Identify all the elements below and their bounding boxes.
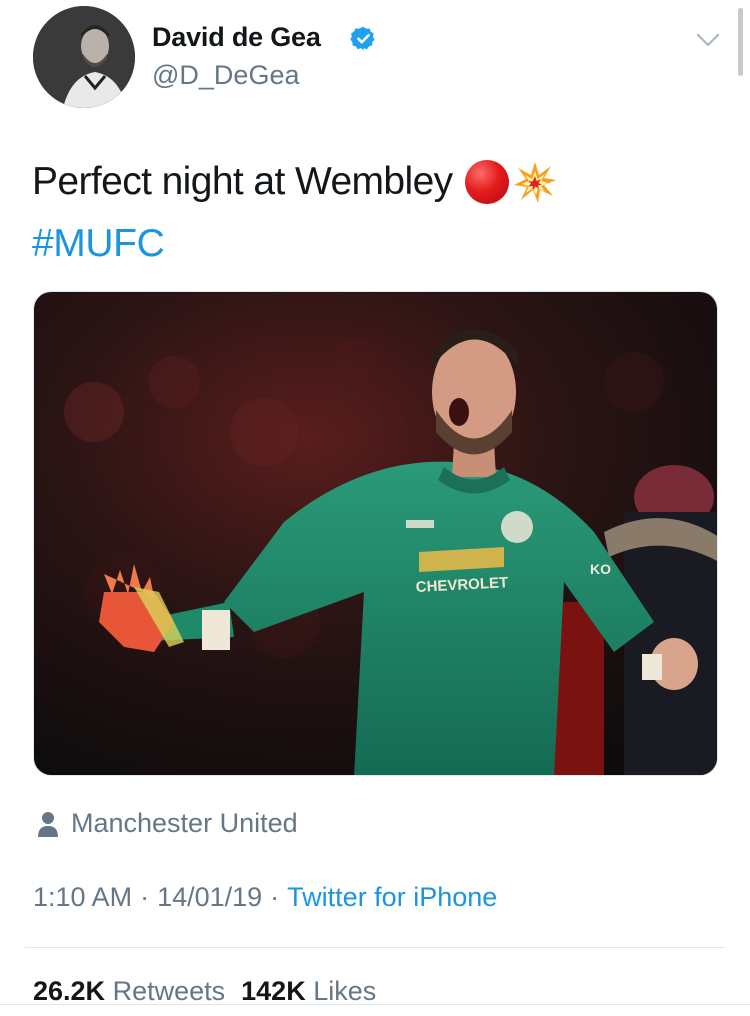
sleeve-text: KO: [590, 561, 611, 577]
tweet-text: Perfect night at Wembley: [32, 160, 557, 204]
tweet-time: 1:10 AM: [33, 882, 133, 912]
divider: [0, 1004, 750, 1005]
tweet-photo[interactable]: CHEVROLET KO: [33, 291, 718, 776]
likes-stat[interactable]: 142K Likes: [241, 976, 376, 1006]
retweets-count: 26.2K: [33, 976, 106, 1006]
avatar-photo: [33, 6, 135, 108]
chevron-down-icon[interactable]: [696, 30, 720, 50]
retweets-stat[interactable]: 26.2K Retweets: [33, 976, 225, 1006]
place-tag[interactable]: Manchester United: [37, 808, 298, 839]
tweet-date: 14/01/19: [157, 882, 263, 912]
collision-emoji-icon: [513, 162, 556, 203]
tweet-detail: David de Gea @D_DeGea Perfect night at W…: [0, 0, 750, 1016]
avatar[interactable]: [33, 6, 135, 108]
divider: [25, 947, 725, 948]
scrollbar[interactable]: [738, 8, 743, 76]
tweet-source-link[interactable]: Twitter for iPhone: [287, 882, 497, 912]
person-icon: [38, 811, 58, 837]
tweet-meta: 1:10 AM · 14/01/19 · Twitter for iPhone: [33, 882, 497, 913]
tweet-body: Perfect night at Wembley: [32, 160, 453, 203]
retweets-label: Retweets: [112, 976, 226, 1006]
meta-separator: ·: [270, 882, 280, 912]
goalkeeper-celebration-image: CHEVROLET KO: [34, 292, 717, 775]
tweet-stats: 26.2K Retweets 142K Likes: [33, 976, 376, 1007]
meta-separator: ·: [140, 882, 150, 912]
hashtag-link[interactable]: #MUFC: [32, 222, 165, 266]
likes-count: 142K: [241, 976, 306, 1006]
author-name[interactable]: David de Gea: [152, 22, 321, 53]
likes-label: Likes: [313, 976, 377, 1006]
verified-badge-icon: [350, 26, 375, 51]
red-circle-emoji-icon: [464, 160, 509, 204]
author-handle[interactable]: @D_DeGea: [152, 60, 299, 91]
place-label: Manchester United: [71, 808, 298, 838]
